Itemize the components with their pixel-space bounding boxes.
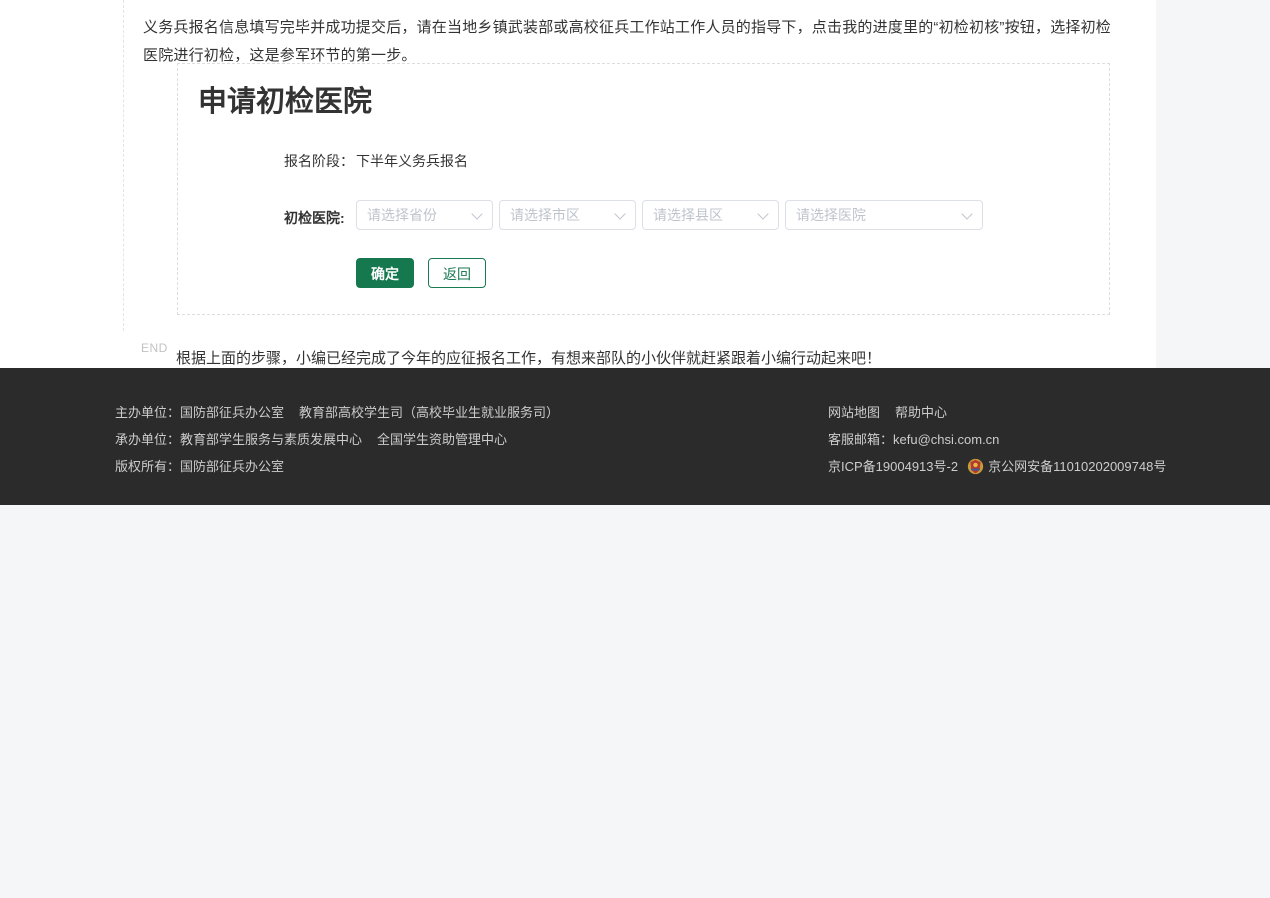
- public-security-record-link[interactable]: 京公网安备11010202009748号: [988, 459, 1166, 474]
- county-select-placeholder: 请选择县区: [653, 207, 723, 223]
- chevron-down-icon: [757, 208, 768, 219]
- help-center-link[interactable]: 帮助中心: [895, 405, 947, 420]
- province-select[interactable]: 请选择省份: [356, 200, 493, 230]
- footer-right-column: 网站地图帮助中心 客服邮箱：kefu@chsi.com.cn 京ICP备1900…: [828, 402, 1166, 483]
- timeline-end-marker: END: [141, 341, 168, 355]
- intro-paragraph: 义务兵报名信息填写完毕并成功提交后，请在当地乡镇武装部或高校征兵工作站工作人员的…: [143, 14, 1115, 70]
- copyright-label: 版权所有：: [115, 459, 180, 474]
- icp-record-link[interactable]: 京ICP备19004913号-2: [828, 459, 958, 474]
- back-button[interactable]: 返回: [428, 258, 486, 288]
- panel-title: 申请初检医院: [198, 78, 372, 120]
- sitemap-link[interactable]: 网站地图: [828, 405, 880, 420]
- hospital-select-placeholder: 请选择医院: [796, 207, 866, 223]
- timeline-dashed-line: [123, 0, 124, 331]
- footer-copyright-row: 版权所有：国防部征兵办公室: [115, 456, 559, 474]
- site-footer: 主办单位：国防部征兵办公室教育部高校学生司（高校毕业生就业服务司） 承办单位：教…: [0, 368, 1270, 505]
- hospital-label: 初检医院:: [284, 208, 345, 228]
- organizer-org: 全国学生资助管理中心: [377, 432, 507, 447]
- organizer-label: 承办单位：: [115, 432, 180, 447]
- chevron-down-icon: [471, 208, 482, 219]
- footer-left-column: 主办单位：国防部征兵办公室教育部高校学生司（高校毕业生就业服务司） 承办单位：教…: [115, 402, 559, 483]
- host-org: 教育部高校学生司（高校毕业生就业服务司）: [299, 405, 559, 420]
- province-select-placeholder: 请选择省份: [367, 207, 437, 223]
- footer-host-row: 主办单位：国防部征兵办公室教育部高校学生司（高校毕业生就业服务司）: [115, 402, 559, 420]
- chevron-down-icon: [614, 208, 625, 219]
- county-select[interactable]: 请选择县区: [642, 200, 779, 230]
- stage-value: 下半年义务兵报名: [356, 151, 468, 171]
- chevron-down-icon: [961, 208, 972, 219]
- footer-email-row: 客服邮箱：kefu@chsi.com.cn: [828, 429, 1166, 447]
- end-paragraph: 根据上面的步骤，小编已经完成了今年的应征报名工作，有想来部队的小伙伴就赶紧跟着小…: [176, 347, 1136, 368]
- organizer-org: 教育部学生服务与素质发展中心: [180, 432, 362, 447]
- footer-record-row: 京ICP备19004913号-2 京公网安备11010202009748号: [828, 456, 1166, 474]
- city-select[interactable]: 请选择市区: [499, 200, 636, 230]
- email-label: 客服邮箱：: [828, 432, 893, 447]
- copyright-org: 国防部征兵办公室: [180, 459, 284, 474]
- content-panel: 义务兵报名信息填写完毕并成功提交后，请在当地乡镇武装部或高校征兵工作站工作人员的…: [0, 0, 1156, 368]
- confirm-button[interactable]: 确定: [356, 258, 414, 288]
- city-select-placeholder: 请选择市区: [510, 207, 580, 223]
- footer-organizer-row: 承办单位：教育部学生服务与素质发展中心全国学生资助管理中心: [115, 429, 559, 447]
- host-org: 国防部征兵办公室: [180, 405, 284, 420]
- email-link[interactable]: kefu@chsi.com.cn: [893, 432, 999, 447]
- stage-label: 报名阶段：: [284, 151, 354, 171]
- hospital-select[interactable]: 请选择医院: [785, 200, 983, 230]
- host-label: 主办单位：: [115, 405, 180, 420]
- apply-hospital-panel: 申请初检医院 报名阶段： 下半年义务兵报名 初检医院: 请选择省份 请选择市区 …: [177, 63, 1110, 315]
- footer-links-row: 网站地图帮助中心: [828, 402, 1166, 420]
- police-badge-icon: [967, 458, 984, 478]
